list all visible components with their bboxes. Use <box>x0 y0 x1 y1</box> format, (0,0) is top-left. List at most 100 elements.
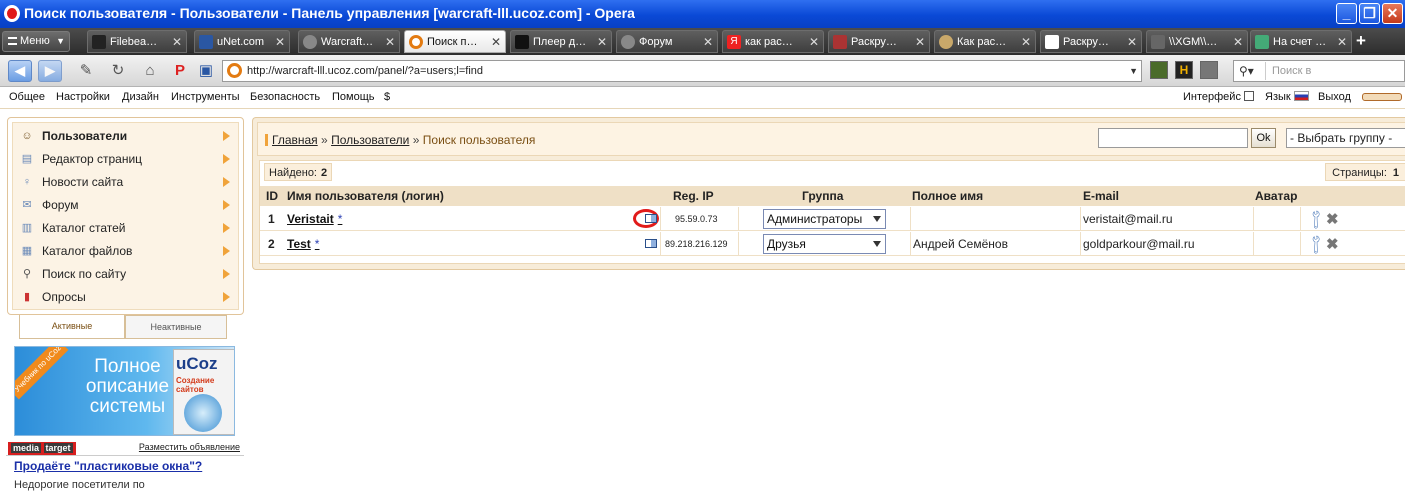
user-card-icon[interactable] <box>645 214 657 223</box>
group-dropdown[interactable]: Друзья <box>763 234 886 254</box>
search-icon[interactable]: ⚲▾ <box>1236 62 1266 80</box>
panel-icon[interactable]: ▣ <box>196 61 216 81</box>
sidebar-item-polls[interactable]: ▮ Опросы <box>13 286 238 308</box>
group-value: Друзья <box>767 237 806 251</box>
home-icon[interactable]: ⌂ <box>140 61 160 81</box>
browser-tab-active[interactable]: Поиск п… ✕ <box>404 30 506 53</box>
browser-tab[interactable]: Как рас… ✕ <box>934 30 1036 53</box>
group-select[interactable]: - Выбрать группу - <box>1286 128 1405 148</box>
page-icon: ▤ <box>21 153 33 165</box>
arrow-right-icon <box>223 246 230 256</box>
browser-tab[interactable]: Форум ✕ <box>616 30 718 53</box>
tab-close-icon[interactable]: ✕ <box>703 31 713 52</box>
tab-close-icon[interactable]: ✕ <box>385 31 395 52</box>
divider <box>1080 207 1081 231</box>
exit-link[interactable]: Выход <box>1318 91 1351 103</box>
opera-menu-button[interactable]: Меню ▼ <box>2 31 70 52</box>
extension-h-icon[interactable]: H <box>1175 61 1193 79</box>
browser-tab[interactable]: Плеер д… ✕ <box>510 30 612 53</box>
sidebar-item-page-editor[interactable]: ▤ Редактор страниц <box>13 148 238 170</box>
tab-close-icon[interactable]: ✕ <box>809 31 819 52</box>
menu-security[interactable]: Безопасность <box>250 91 320 103</box>
tab-close-icon[interactable]: ✕ <box>915 31 925 52</box>
browser-tab[interactable]: На счет … ✕ <box>1250 30 1352 53</box>
browser-tab[interactable]: Warcraft… ✕ <box>298 30 400 53</box>
ucoz-book-banner[interactable]: Учебник по uCoz Полное описание системы … <box>14 346 235 436</box>
wrench-icon[interactable]: 🔧︎ <box>1304 207 1328 232</box>
loading-favicon-icon <box>303 35 317 49</box>
minimize-button[interactable]: _ <box>1336 3 1357 24</box>
search-input[interactable]: ⚲▾ Поиск в <box>1233 60 1405 82</box>
restore-button[interactable]: ❐ <box>1359 3 1380 24</box>
breadcrumb-home-link[interactable]: Главная <box>272 133 318 147</box>
menu-dollar[interactable]: $ <box>384 91 390 103</box>
page-number[interactable]: 1 <box>1393 167 1399 179</box>
sidebar-item-users[interactable]: ☺ Пользователи <box>13 125 238 147</box>
tab-close-icon[interactable]: ✕ <box>172 31 182 52</box>
menu-design[interactable]: Дизайн <box>122 91 159 103</box>
menu-tools[interactable]: Инструменты <box>171 91 240 103</box>
window-titlebar: Поиск пользователя - Пользователи - Пане… <box>0 0 1405 28</box>
browser-tab[interactable]: Раскру… ✕ <box>828 30 930 53</box>
sidebar-item-news[interactable]: ♀ Новости сайта <box>13 171 238 193</box>
breadcrumb-users-link[interactable]: Пользователи <box>331 133 409 147</box>
address-field[interactable]: http://warcraft-lll.ucoz.com/panel/?a=us… <box>222 60 1142 82</box>
browser-tab[interactable]: \\XGM\\… ✕ <box>1146 30 1248 53</box>
user-login-link[interactable]: Test * <box>287 237 319 251</box>
ok-button[interactable]: Ok <box>1251 128 1276 148</box>
reload-icon[interactable]: ↻ <box>108 61 128 81</box>
menu-general[interactable]: Общее <box>9 91 45 103</box>
group-dropdown[interactable]: Администраторы <box>763 209 886 229</box>
delete-icon[interactable]: ✖ <box>1326 235 1339 253</box>
browser-tab[interactable]: Раскру… ✕ <box>1040 30 1142 53</box>
language-switch[interactable]: Язык <box>1265 91 1309 103</box>
site-favicon-icon <box>833 35 847 49</box>
close-window-button[interactable]: ✕ <box>1382 3 1403 24</box>
tab-close-icon[interactable]: ✕ <box>597 31 607 52</box>
tab-close-icon[interactable]: ✕ <box>1127 31 1137 52</box>
edit-icon[interactable]: ✎ <box>76 61 96 81</box>
place-ad-link[interactable]: Разместить объявление <box>139 442 240 452</box>
ad-headline-link[interactable]: Продаёте "пластиковые окна"? <box>14 459 202 473</box>
user-search-input[interactable] <box>1098 128 1248 148</box>
back-button[interactable]: ◀ <box>8 60 32 82</box>
sidebar-item-articles[interactable]: ▥ Каталог статей <box>13 217 238 239</box>
browser-tab[interactable]: uNet.com ✕ <box>194 30 290 53</box>
tab-close-icon[interactable]: ✕ <box>1021 31 1031 52</box>
width-slider[interactable] <box>1362 93 1402 101</box>
interface-toggle[interactable]: Интерфейс <box>1183 91 1254 103</box>
chevron-down-icon[interactable]: ▼ <box>1129 61 1138 81</box>
menu-settings[interactable]: Настройки <box>56 91 110 103</box>
tab-close-icon[interactable]: ✕ <box>1233 31 1243 52</box>
sidebar-item-site-search[interactable]: ⚲ Поиск по сайту <box>13 263 238 285</box>
sidebar-item-label: Каталог статей <box>42 221 126 235</box>
browser-tab[interactable]: Filebea… ✕ <box>87 30 187 53</box>
sidebar-item-label: Каталог файлов <box>42 244 133 258</box>
tab-close-icon[interactable]: ✕ <box>275 31 285 52</box>
site-security-icon <box>227 63 242 78</box>
sidebar-item-files[interactable]: ▦ Каталог файлов <box>13 240 238 262</box>
extension-icon[interactable] <box>1150 61 1168 79</box>
tab-label: Раскру… <box>1063 36 1109 48</box>
forward-button[interactable]: ▶ <box>38 60 62 82</box>
wrench-icon[interactable]: 🔧︎ <box>1304 232 1328 257</box>
bookmark-p-icon[interactable]: P <box>170 61 190 81</box>
book-title: uCoz <box>176 354 218 373</box>
tab-inactive-modules[interactable]: Неактивные <box>125 315 227 339</box>
extension-icon[interactable] <box>1200 61 1218 79</box>
new-tab-button[interactable]: + <box>1356 31 1366 51</box>
sidebar-item-forum[interactable]: ✉ Форум <box>13 194 238 216</box>
tab-close-icon[interactable]: ✕ <box>491 31 501 52</box>
user-card-icon[interactable] <box>645 239 657 248</box>
user-fullname: Андрей Семёнов <box>913 237 1008 251</box>
user-login-link[interactable]: Veristait * <box>287 212 342 226</box>
interface-checkbox[interactable] <box>1243 91 1254 101</box>
tab-active-modules[interactable]: Активные <box>19 315 125 339</box>
tab-close-icon[interactable]: ✕ <box>1337 31 1347 52</box>
browser-tab[interactable]: Якак рас… ✕ <box>722 30 824 53</box>
sidebar-item-label: Форум <box>42 198 79 212</box>
delete-icon[interactable]: ✖ <box>1326 210 1339 228</box>
menu-help[interactable]: Помощь <box>332 91 375 103</box>
user-email: veristait@mail.ru <box>1083 212 1173 226</box>
articles-icon: ▥ <box>21 222 33 234</box>
